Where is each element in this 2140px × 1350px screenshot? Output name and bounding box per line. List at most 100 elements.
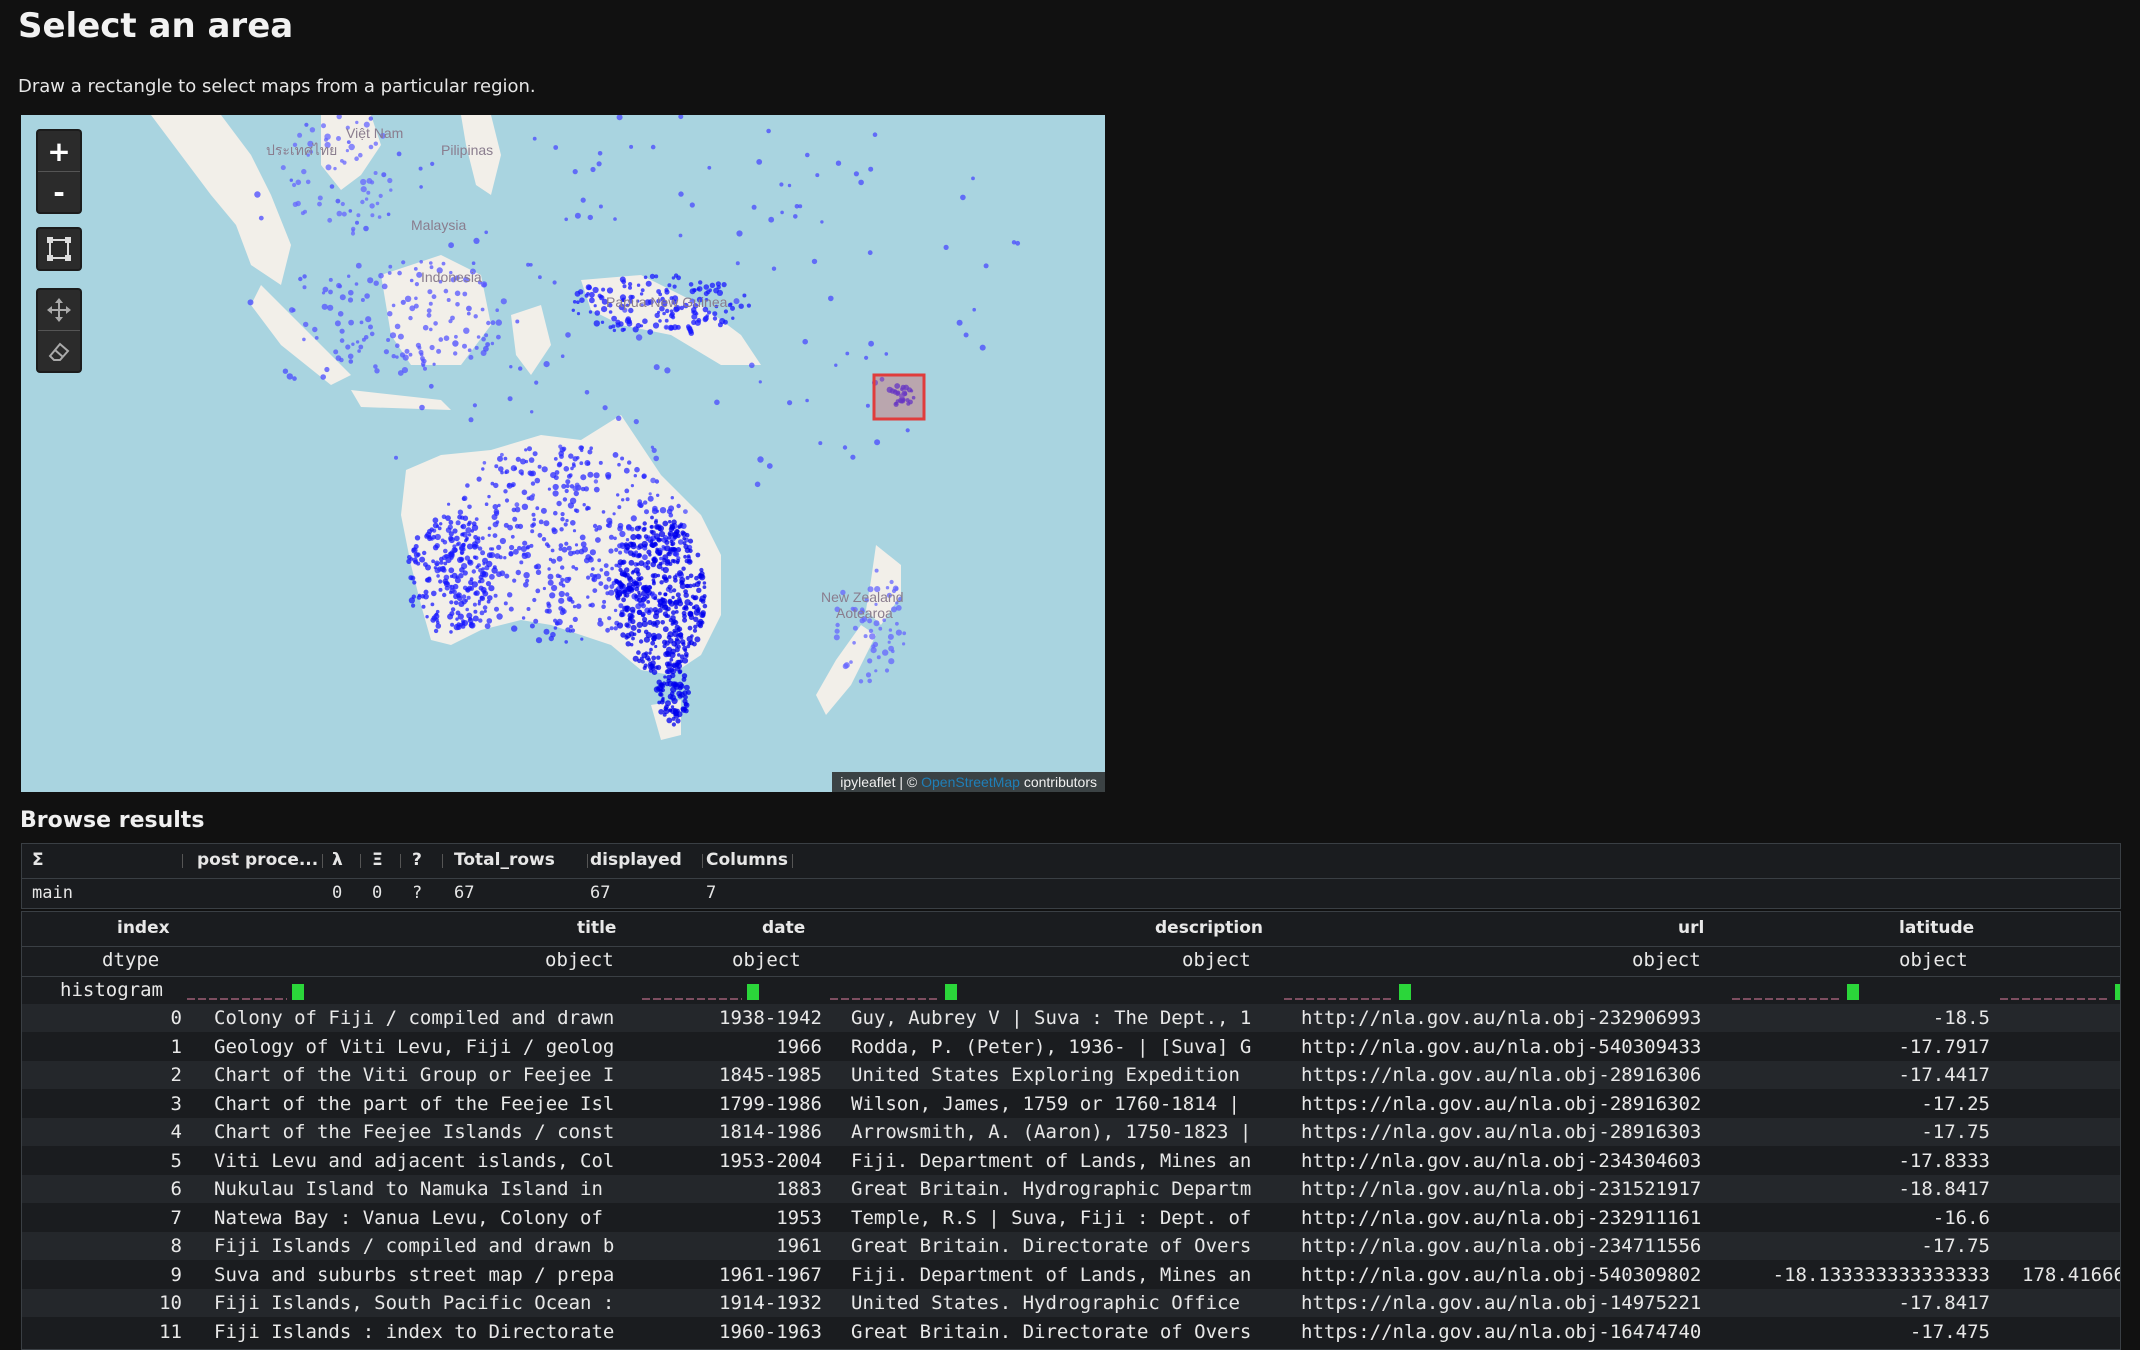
cell-title: Nukulau Island to Namuka Island in xyxy=(214,1178,603,1200)
map-view[interactable]: ประเทศไทย Việt Nam Pilipinas Malaysia In… xyxy=(21,115,1105,792)
table-row[interactable]: 3 Chart of the part of the Feejee Isl 1799… xyxy=(22,1090,2120,1118)
col-header-description[interactable]: description xyxy=(1155,918,1263,938)
land-nz-south xyxy=(816,625,876,715)
table-row[interactable]: 7 Natewa Bay : Vanua Levu, Colony of 1953 T… xyxy=(22,1204,2120,1232)
cell-latitude: -18.5 xyxy=(1932,1007,1990,1029)
sum-col-question[interactable]: ? xyxy=(412,850,422,870)
cell-url: http://nla.gov.au/nla.obj-540309433 xyxy=(1301,1035,1702,1058)
table-row[interactable]: 6 Nukulau Island to Namuka Island in 1883 G… xyxy=(22,1175,2120,1203)
table-row[interactable]: 11 Fiji Islands : index to Directorate 196… xyxy=(22,1318,2120,1346)
cell-index: 8 xyxy=(170,1235,182,1257)
cell-description: Wilson, James, 1759 or 1760-1814 | xyxy=(851,1092,1240,1115)
table-row[interactable]: 5 Viti Levu and adjacent islands, Col 1953… xyxy=(22,1147,2120,1175)
dtype-latitude: object xyxy=(1899,949,1968,971)
cell-url: https://nla.gov.au/nla.obj-28916303 xyxy=(1301,1121,1702,1143)
cell-latitude: -17.75 xyxy=(1921,1121,1990,1143)
cell-latitude: -17.75 xyxy=(1921,1235,1990,1257)
cell-index: 7 xyxy=(170,1206,182,1229)
col-header-latitude[interactable]: latitude xyxy=(1899,918,1974,938)
results-table: index title date description url latitud… xyxy=(21,911,2121,1350)
cell-date: 1961 xyxy=(776,1235,822,1257)
move-icon[interactable] xyxy=(38,290,80,331)
cell-latitude: -17.8417 xyxy=(1898,1292,1990,1314)
cell-description: Great Britain. Hydrographic Departm xyxy=(851,1178,1252,1200)
sum-val-xi: 0 xyxy=(372,883,383,903)
cell-date: 1845-1985 xyxy=(719,1064,822,1086)
cell-title: Suva and suburbs street map / prepa xyxy=(214,1263,615,1286)
table-row[interactable]: 0 Colony of Fiji / compiled and drawn 1938… xyxy=(22,1004,2120,1032)
cell-latitude: -18.133333333333333 xyxy=(1772,1263,1990,1286)
table-row[interactable]: 1 Geology of Viti Levu, Fiji / geolog 1966… xyxy=(22,1033,2120,1061)
sum-col-lambda[interactable]: λ xyxy=(332,850,343,870)
table-header-row: index title date description url latitud… xyxy=(22,912,2120,947)
draw-rectangle-icon[interactable] xyxy=(38,229,80,269)
zoom-out-button[interactable]: - xyxy=(38,172,80,212)
cell-url: https://nla.gov.au/nla.obj-28916302 xyxy=(1301,1092,1702,1115)
table-row[interactable]: 10 Fiji Islands, South Pacific Ocean : 191… xyxy=(22,1289,2120,1317)
map-label-vietnam: Việt Nam xyxy=(346,125,403,141)
cell-title: Geology of Viti Levu, Fiji / geolog xyxy=(214,1035,615,1058)
land-sumatra xyxy=(251,285,351,385)
zoom-in-button[interactable]: + xyxy=(38,131,80,172)
sum-col-total-rows[interactable]: Total_rows xyxy=(454,850,555,870)
cell-url: http://nla.gov.au/nla.obj-234711556 xyxy=(1301,1235,1702,1257)
sum-val-question: ? xyxy=(412,883,423,903)
sum-val-total-rows: 67 xyxy=(454,883,475,903)
sum-col-sigma: Σ xyxy=(32,850,44,870)
cell-latitude: -17.4417 xyxy=(1898,1064,1990,1086)
histogram-row: histogram xyxy=(22,976,2120,1005)
attribution-prefix: ipyleaflet | © xyxy=(840,774,918,790)
cell-date: 1953-2004 xyxy=(719,1149,822,1172)
zoom-control: + - xyxy=(36,129,82,214)
table-row[interactable]: 9 Suva and suburbs street map / prepa 1961… xyxy=(22,1261,2120,1289)
cell-index: 11 xyxy=(159,1320,182,1343)
cell-latitude: -18.8417 xyxy=(1898,1178,1990,1200)
cell-date: 1966 xyxy=(776,1035,822,1058)
cell-url: http://nla.gov.au/nla.obj-231521917 xyxy=(1301,1178,1702,1200)
table-row[interactable]: 2 Chart of the Viti Group or Feejee I 1845… xyxy=(22,1061,2120,1089)
summary-row-main[interactable]: main 0 0 ? 67 67 7 xyxy=(22,878,2120,910)
map-label-indonesia: Indonesia xyxy=(421,269,482,285)
cell-title: Chart of the Viti Group or Feejee I xyxy=(214,1064,615,1086)
col-header-date[interactable]: date xyxy=(762,918,805,938)
cell-date: 1914-1932 xyxy=(719,1292,822,1314)
sum-val-displayed: 67 xyxy=(590,883,611,903)
attribution-suffix: contributors xyxy=(1023,774,1097,790)
sum-col-displayed[interactable]: displayed xyxy=(590,850,682,870)
sum-val-name: main xyxy=(32,883,73,903)
cell-description: Arrowsmith, A. (Aaron), 1750-1823 | xyxy=(851,1121,1252,1143)
cell-description: Guy, Aubrey V | Suva : The Dept., 1 xyxy=(851,1007,1252,1029)
col-header-url[interactable]: url xyxy=(1678,918,1704,938)
cell-date: 1961-1967 xyxy=(719,1263,822,1286)
cell-url: http://nla.gov.au/nla.obj-232911161 xyxy=(1301,1206,1702,1229)
cell-index: 2 xyxy=(170,1064,182,1086)
col-header-title[interactable]: title xyxy=(577,918,616,938)
page-subtitle: Draw a rectangle to select maps from a p… xyxy=(18,76,536,97)
sum-col-xi[interactable]: Ξ xyxy=(372,850,383,870)
cell-index: 6 xyxy=(170,1178,182,1200)
selection-rectangle xyxy=(872,373,926,421)
cell-index: 0 xyxy=(170,1007,182,1029)
dtype-date: object xyxy=(732,949,801,971)
table-row[interactable]: 4 Chart of the Feejee Islands / const 1814… xyxy=(22,1118,2120,1146)
sum-val-lambda: 0 xyxy=(332,883,343,903)
histogram-description xyxy=(830,984,957,1000)
dtype-title: object xyxy=(545,949,614,971)
cell-date: 1883 xyxy=(776,1178,822,1200)
cell-date: 1799-1986 xyxy=(719,1092,822,1115)
col-header-index[interactable]: index xyxy=(117,918,170,938)
cell-title: Natewa Bay : Vanua Levu, Colony of xyxy=(214,1206,603,1229)
map-label-nz: New Zealand xyxy=(821,589,904,605)
cell-latitude: -17.8333 xyxy=(1898,1149,1990,1172)
cell-description: Rodda, P. (Peter), 1936- | [Suva] G xyxy=(851,1035,1252,1058)
cell-description: Great Britain. Directorate of Overs xyxy=(851,1320,1252,1343)
histogram-date xyxy=(642,984,759,1000)
osm-link[interactable]: OpenStreetMap xyxy=(921,774,1020,790)
sum-col-post-processing[interactable]: post proce... xyxy=(197,850,318,870)
draw-control xyxy=(36,227,82,271)
map-label-png: Papua New Guinea xyxy=(606,294,728,310)
eraser-icon[interactable] xyxy=(38,331,80,371)
table-row[interactable]: 8 Fiji Islands / compiled and drawn b 1961… xyxy=(22,1232,2120,1260)
sum-col-columns[interactable]: Columns xyxy=(706,850,788,870)
map-basemap: ประเทศไทย Việt Nam Pilipinas Malaysia In… xyxy=(151,115,1021,740)
